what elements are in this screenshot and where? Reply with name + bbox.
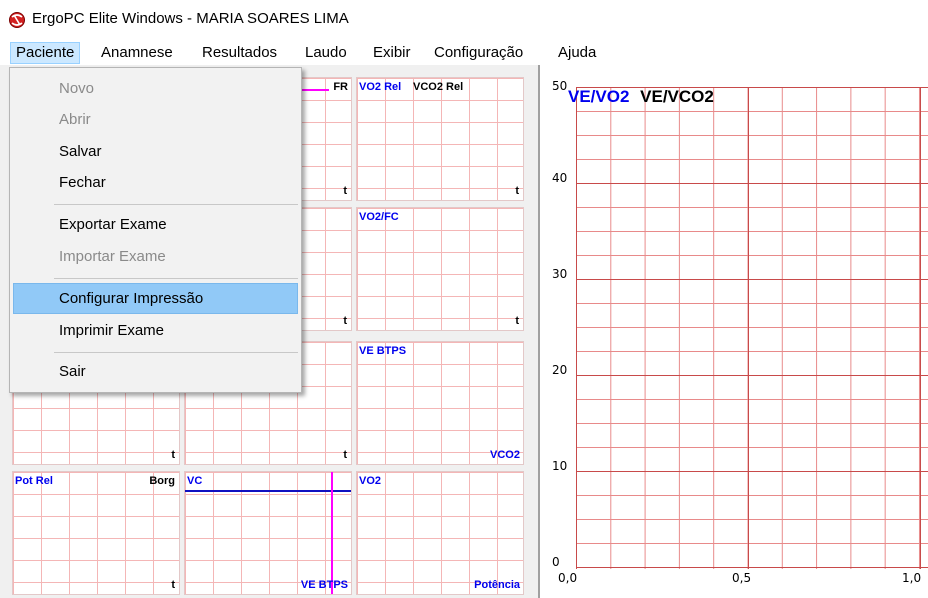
mini-chart-y-label: VO2 (359, 475, 382, 487)
menu-item-fechar[interactable]: Fechar (13, 169, 298, 197)
legend-ve-vo2: VE/VO2 (568, 87, 630, 106)
title-bar: ErgoPC Elite Windows - MARIA SOARES LIMA (0, 0, 928, 40)
menu-paciente[interactable]: Paciente (10, 42, 81, 64)
mini-chart-y-label: FR (333, 81, 348, 93)
menu-separator (54, 204, 298, 205)
mini-chart-x-label: t (343, 449, 347, 461)
x-tick: 0,0 (558, 571, 578, 585)
mini-chart-r4c2[interactable]: VC VE BTPS (184, 471, 352, 595)
paciente-dropdown-menu: Novo Abrir Salvar Fechar Exportar Exame … (9, 67, 302, 393)
mini-chart-x-label: t (343, 315, 347, 327)
menu-item-configurar-impressao[interactable]: Configurar Impressão (13, 283, 298, 314)
menu-separator (54, 278, 298, 279)
mini-chart-x-label: t (343, 185, 347, 197)
menu-item-importar-exame[interactable]: Importar Exame (13, 243, 298, 271)
mini-chart-y-label: VC (187, 475, 203, 487)
window-title: ErgoPC Elite Windows - MARIA SOARES LIMA (32, 10, 349, 27)
mini-chart-x-label: t (171, 449, 175, 461)
mini-chart-y-label: VE BTPS (359, 345, 407, 357)
x-tick: 0,5 (732, 571, 752, 585)
menu-item-exportar-exame[interactable]: Exportar Exame (13, 211, 298, 239)
y-tick: 50 (552, 79, 568, 93)
mini-chart-x-label: VCO2 (490, 449, 520, 461)
mini-chart-r4c3[interactable]: VO2 Potência (356, 471, 524, 595)
y-tick: 0 (552, 555, 560, 569)
mini-chart-y2-label: VCO2 Rel (413, 81, 464, 93)
series-line (185, 490, 351, 492)
mini-chart-x-label: t (171, 579, 175, 591)
menu-anamnese[interactable]: Anamnese (96, 42, 178, 64)
menu-item-imprimir-exame[interactable]: Imprimir Exame (13, 317, 298, 345)
main-chart-panel[interactable]: VE/VO2 VE/VCO2 50 40 30 20 10 0 0,0 0,5 … (538, 65, 928, 598)
mini-chart-r1c3[interactable]: VO2 Rel VCO2 Rel t (356, 77, 524, 201)
mini-chart-y-label: VO2 Rel (359, 81, 402, 93)
main-chart-legend: VE/VO2 VE/VCO2 (568, 87, 714, 107)
mini-chart-x-label: Potência (474, 579, 520, 591)
menu-ajuda[interactable]: Ajuda (553, 42, 601, 64)
menu-exibir[interactable]: Exibir (368, 42, 416, 64)
mini-chart-y-label: VO2/FC (359, 211, 399, 223)
menu-resultados[interactable]: Resultados (197, 42, 282, 64)
menu-item-salvar[interactable]: Salvar (13, 138, 298, 166)
y-tick: 10 (552, 459, 568, 473)
mini-chart-r3c3[interactable]: VE BTPS VCO2 (356, 341, 524, 465)
mini-chart-y-label: Pot Rel (15, 475, 53, 487)
menu-item-novo[interactable]: Novo (13, 75, 298, 103)
menu-item-abrir[interactable]: Abrir (13, 106, 298, 134)
legend-ve-vco2: VE/VCO2 (640, 87, 714, 106)
mini-chart-y2-label: Borg (149, 475, 175, 487)
y-tick: 40 (552, 171, 568, 185)
menu-bar: Paciente Anamnese Resultados Laudo Exibi… (0, 40, 928, 65)
menu-configuracao[interactable]: Configuração (429, 42, 528, 64)
menu-item-sair[interactable]: Sair (13, 358, 298, 386)
menu-separator (54, 352, 298, 353)
y-tick: 20 (552, 363, 568, 377)
mini-chart-x-label: t (515, 185, 519, 197)
series-marker-line (331, 472, 333, 594)
app-logo-icon (9, 12, 25, 28)
x-tick: 1,0 (902, 571, 922, 585)
mini-chart-x-label: t (515, 315, 519, 327)
y-tick: 30 (552, 267, 568, 281)
mini-chart-r2c3[interactable]: VO2/FC t (356, 207, 524, 331)
main-chart-grid (576, 87, 928, 569)
mini-chart-x-label: VE BTPS (300, 579, 348, 591)
menu-laudo[interactable]: Laudo (300, 42, 352, 64)
mini-chart-r4c1[interactable]: Pot Rel Borg t (12, 471, 180, 595)
